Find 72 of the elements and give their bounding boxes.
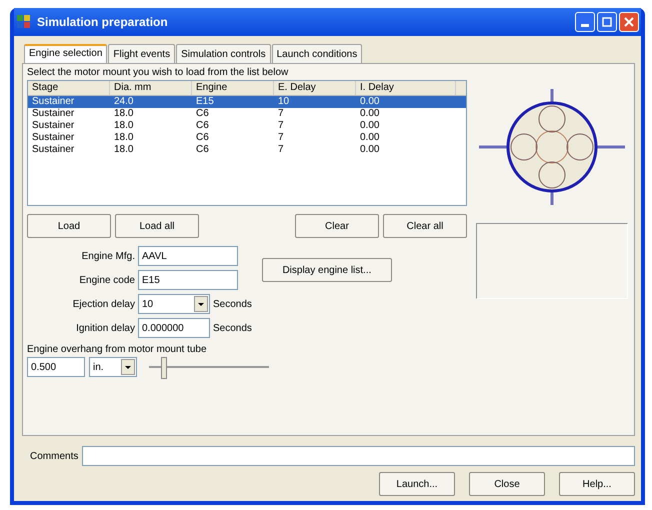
table-cell-text: 0.00 xyxy=(359,108,380,120)
clear-button[interactable]: Clear xyxy=(295,214,379,238)
column-header[interactable]: Stage xyxy=(28,81,110,95)
instruction-text: Select the motor mount you wish to load from the list below xyxy=(27,67,290,78)
column-header[interactable]: Engine xyxy=(192,81,274,95)
table-cell-text: 7 xyxy=(277,120,285,132)
table-cell-text: 7 xyxy=(277,144,285,156)
field-label: Ejection delay xyxy=(72,298,135,310)
maximize-button[interactable] xyxy=(597,12,617,32)
list-row[interactable]: Sustainer 18.0 C6 7 0.00 xyxy=(28,120,466,132)
minimize-icon xyxy=(581,24,589,26)
column-header[interactable]: E. Delay xyxy=(274,81,356,95)
window-title: Simulation preparation xyxy=(37,15,169,29)
table-cell-text: Sustainer xyxy=(31,108,76,120)
text-field[interactable]: AAVL xyxy=(138,246,238,266)
column-header[interactable]: I. Delay xyxy=(356,81,456,95)
table-cell-text: Sustainer xyxy=(31,96,76,108)
table-cell-text: Sustainer xyxy=(31,132,76,144)
unit-dropdown[interactable]: in. xyxy=(89,357,137,377)
slider-thumb[interactable] xyxy=(161,357,167,379)
load-button[interactable]: Load xyxy=(27,214,111,238)
field-label: Ignition delay xyxy=(75,322,135,334)
table-cell-text: 0.00 xyxy=(359,132,380,144)
app-icon xyxy=(16,14,32,30)
close-dialog-button[interactable]: Close xyxy=(469,472,545,496)
table-cell-text: 0.00 xyxy=(359,120,380,132)
table-cell-text: 24.0 xyxy=(113,96,134,108)
table-cell-text: 0.00 xyxy=(359,144,380,156)
field-label: Engine Mfg. xyxy=(80,250,135,262)
list-row[interactable]: Sustainer 18.0 C6 7 0.00 xyxy=(28,144,466,156)
tab[interactable]: Simulation controls xyxy=(176,44,271,63)
table-cell-text: 18.0 xyxy=(113,132,134,144)
maximize-icon xyxy=(602,17,612,27)
minimize-button[interactable] xyxy=(575,12,595,32)
table-cell-text: C6 xyxy=(195,120,210,132)
list-row[interactable]: Sustainer 18.0 C6 7 0.00 xyxy=(28,108,466,120)
list-row[interactable]: Sustainer 24.0 E15 10 0.00 xyxy=(28,96,466,108)
unit-label: Seconds xyxy=(213,322,252,334)
comments-label: Comments xyxy=(30,450,78,462)
table-cell-text: C6 xyxy=(195,144,210,156)
overhang-label: Engine overhang from motor mount tube xyxy=(27,344,208,355)
table-cell-text: Sustainer xyxy=(31,120,76,132)
tab[interactable]: Flight events xyxy=(108,44,176,63)
table-cell-text: C6 xyxy=(195,132,210,144)
table-cell-text: 7 xyxy=(277,108,285,120)
launch-button[interactable]: Launch... xyxy=(379,472,455,496)
table-cell-text: 7 xyxy=(277,132,285,144)
table-cell-text: E15 xyxy=(195,96,215,108)
comments-field[interactable] xyxy=(82,446,635,466)
help-button[interactable]: Help... xyxy=(559,472,635,496)
dropdown-field[interactable]: 10 xyxy=(138,294,210,314)
table-cell-text: 0.00 xyxy=(359,96,380,108)
table-cell-text: C6 xyxy=(195,108,210,120)
text-field[interactable]: E15 xyxy=(138,270,238,290)
text-field[interactable]: 0.000000 xyxy=(138,318,210,338)
unit-label: Seconds xyxy=(213,298,252,310)
overhang-field[interactable]: 0.500 xyxy=(27,357,85,377)
close-button[interactable] xyxy=(619,12,639,32)
clear-all-button[interactable]: Clear all xyxy=(383,214,467,238)
table-cell-text: Sustainer xyxy=(31,144,76,156)
column-header[interactable]: Dia. mm xyxy=(110,81,192,95)
table-cell-text: 10 xyxy=(277,96,290,108)
tab[interactable]: Launch conditions xyxy=(272,44,362,63)
table-cell-text: 18.0 xyxy=(113,144,134,156)
load-all-button[interactable]: Load all xyxy=(115,214,199,238)
field-label: Engine code xyxy=(78,274,135,286)
table-cell-text: 18.0 xyxy=(113,120,134,132)
close-icon xyxy=(624,17,634,27)
list-row[interactable]: Sustainer 18.0 C6 7 0.00 xyxy=(28,132,466,144)
tab[interactable]: Engine selection xyxy=(24,44,108,63)
table-cell-text: 18.0 xyxy=(113,108,134,120)
display-engine-list-button[interactable]: Display engine list... xyxy=(262,258,392,282)
